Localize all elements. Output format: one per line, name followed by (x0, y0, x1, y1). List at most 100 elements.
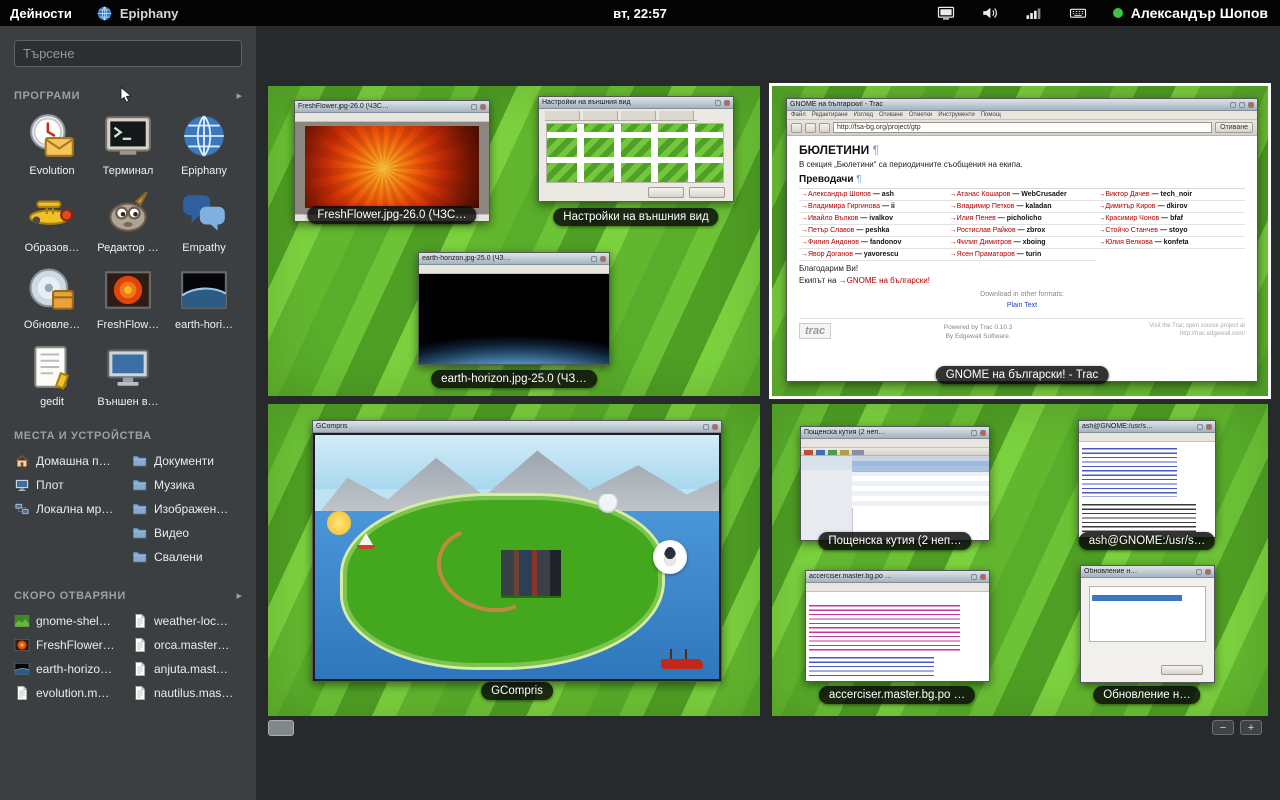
remove-workspace-button[interactable]: − (1212, 720, 1234, 735)
team-text: Екипът на →GNOME на български! (799, 276, 1245, 285)
user-menu[interactable]: Александър Шопов (1113, 5, 1268, 21)
updater-window[interactable]: Обновление н… (1080, 565, 1215, 683)
folder-icon (132, 501, 148, 517)
places-list: Домашна п… Плот Локална мр… Документи Му… (14, 451, 242, 567)
recent-nautilus-master[interactable]: nautilus.mas… (132, 683, 242, 703)
workspace-switcher[interactable] (268, 720, 294, 736)
window-close-button (1205, 569, 1211, 575)
gcompris-icon (27, 188, 77, 238)
translator-cell: →Красимир Чонов — bfaf (1096, 213, 1245, 225)
app-gcompris[interactable]: Образов… (14, 188, 90, 254)
recent-label: gnome-shel… (36, 614, 111, 628)
window-title: Обновление н… (1084, 568, 1193, 575)
keyboard-icon[interactable] (1069, 4, 1087, 22)
translator-cell: →Атанас Кошаров — WebCrusader (948, 189, 1097, 201)
app-freshflower[interactable]: FreshFlow… (90, 265, 166, 331)
window-close-button (980, 430, 986, 436)
home-icon (14, 453, 30, 469)
empathy-icon (179, 188, 229, 238)
window-close-button (980, 574, 986, 580)
add-workspace-button[interactable]: + (1240, 720, 1262, 735)
plain-text-link: Plain Text (1007, 302, 1037, 309)
app-appearance[interactable]: Външен в… (90, 342, 166, 408)
browser-toolbar: http://fsa-bg.org/project/gtp Отиване (787, 120, 1257, 136)
app-evolution[interactable]: Evolution (14, 111, 90, 177)
gcompris-window[interactable]: GCompris (312, 420, 722, 682)
translator-cell: →Юлия Велкова — konfeta (1096, 237, 1245, 249)
place-downloads[interactable]: Свалени (132, 547, 242, 567)
workspace-2-active[interactable]: GNOME на български! - Trac ФайлРедактира… (772, 86, 1268, 396)
po-terminal-window[interactable]: accerciser.master.bg.po … (805, 570, 990, 682)
volume-icon[interactable] (981, 4, 999, 22)
sun (327, 511, 351, 535)
recent-label: anjuta.mast… (154, 662, 228, 676)
top-bar: Дейности Epiphany вт, 22:57 Александър Ш… (0, 0, 1280, 26)
window-button (971, 430, 977, 436)
app-empathy[interactable]: Empathy (166, 188, 242, 254)
app-label: Терминал (103, 165, 154, 177)
activities-button[interactable]: Дейности (10, 6, 72, 21)
window-title: Настройки на външния вид (542, 99, 712, 106)
browser-window[interactable]: GNOME на български! - Trac ФайлРедактира… (786, 98, 1258, 382)
translator-cell: →Ясен Праматаров — turin (948, 249, 1097, 261)
mail-window[interactable]: Пощенска кутия (2 неп… (800, 426, 990, 541)
search-input[interactable] (14, 40, 242, 67)
image-icon (14, 613, 30, 629)
evolution-icon (27, 111, 77, 161)
document-icon (132, 613, 148, 629)
dialog-button (689, 187, 725, 198)
app-gedit[interactable]: gedit (14, 342, 90, 408)
app-menu[interactable]: Epiphany (96, 5, 179, 22)
app-label: Empathy (182, 242, 225, 254)
network-signal-icon[interactable] (1025, 4, 1043, 22)
app-label: gedit (40, 396, 64, 408)
document-icon (132, 637, 148, 653)
app-earth-horizon[interactable]: earth-hori… (166, 265, 242, 331)
recent-evolution-file[interactable]: evolution.m… (14, 683, 124, 703)
app-menu-label: Epiphany (120, 6, 179, 21)
recent-gnome-shell[interactable]: gnome-shel… (14, 611, 124, 631)
recent-expand-icon[interactable]: ▸ (236, 589, 242, 602)
sailboat (359, 533, 373, 545)
clock[interactable]: вт, 22:57 (613, 6, 667, 21)
satellite-dish (594, 494, 622, 514)
user-name: Александър Шопов (1131, 5, 1268, 21)
recent-weather-loc[interactable]: weather-loc… (132, 611, 242, 631)
app-epiphany[interactable]: Epiphany (166, 111, 242, 177)
penguin-badge (653, 540, 687, 574)
appearance-window[interactable]: Настройки на външния вид (538, 96, 734, 202)
apps-grid: Evolution Терминал Epiphany Образов… Ред… (14, 111, 242, 408)
workspace-4[interactable]: Пощенска кутия (2 неп… ash@GNOME:/usr/s…… (772, 404, 1268, 716)
place-music[interactable]: Музика (132, 475, 242, 495)
translator-cell: →Владимира Гиргинова — ii (799, 201, 948, 213)
folder-icon (132, 477, 148, 493)
recent-earth-horizon[interactable]: earth-horizo… (14, 659, 124, 679)
display-icon[interactable] (937, 4, 955, 22)
app-terminal[interactable]: Терминал (90, 111, 166, 177)
place-network[interactable]: Локална мр… (14, 499, 124, 519)
workspace-1[interactable]: FreshFlower.jpg-26.0 (ЧЗС… Настройки на … (268, 86, 760, 396)
app-updates[interactable]: Обновле… (14, 265, 90, 331)
programs-expand-icon[interactable]: ▸ (236, 89, 242, 102)
recent-freshflower[interactable]: FreshFlower… (14, 635, 124, 655)
place-desktop[interactable]: Плот (14, 475, 124, 495)
recent-orca-master[interactable]: orca.master… (132, 635, 242, 655)
recent-label: earth-horizo… (36, 662, 112, 676)
place-documents[interactable]: Документи (132, 451, 242, 471)
earth-image-icon (179, 265, 229, 315)
terminal-window[interactable]: ash@GNOME:/usr/s… (1078, 420, 1216, 538)
recent-anjuta-master[interactable]: anjuta.mast… (132, 659, 242, 679)
workspace-3[interactable]: GCompris GCompris (268, 404, 760, 716)
network-icon (14, 501, 30, 517)
earth-image-window[interactable]: earth-horizon.jpg-25.0 (ЧЗ… (418, 252, 610, 365)
thanks-text: Благодарим Ви! (799, 264, 1245, 273)
gimp-window[interactable]: FreshFlower.jpg-26.0 (ЧЗС… (294, 100, 490, 222)
place-videos[interactable]: Видео (132, 523, 242, 543)
place-home[interactable]: Домашна п… (14, 451, 124, 471)
window-title: earth-horizon.jpg-25.0 (ЧЗ… (422, 255, 588, 262)
app-gimp[interactable]: Редактор … (90, 188, 166, 254)
place-pictures[interactable]: Изображен… (132, 499, 242, 519)
gcompris-scene (313, 433, 721, 681)
app-label: earth-hori… (175, 319, 233, 331)
place-label: Плот (36, 478, 64, 492)
